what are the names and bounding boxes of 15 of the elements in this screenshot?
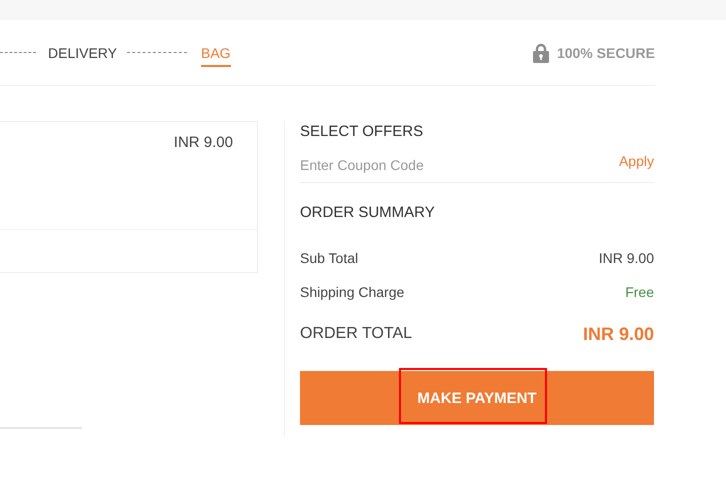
section-title: SELECT OFFERS <box>300 122 424 140</box>
checkout-step[interactable]: BAG <box>201 40 231 66</box>
summary-label: Sub Total <box>300 250 358 266</box>
summary-value: Free <box>625 284 654 300</box>
total-value: INR 9.00 <box>582 324 654 344</box>
summary-label: Shipping Charge <box>300 284 404 300</box>
secure-label: 100% SECURE <box>556 44 655 60</box>
lock-icon <box>532 42 549 62</box>
summary-value: INR 9.00 <box>598 250 654 266</box>
apply-link[interactable]: Apply <box>618 153 654 169</box>
total-label: ORDER TOTAL <box>300 325 412 343</box>
make-payment-button[interactable]: MAKE PAYMENT <box>300 371 654 425</box>
checkout-step[interactable]: DELIVERY <box>48 40 117 66</box>
section-title: ORDER SUMMARY <box>300 203 436 221</box>
item-price: INR 9.00 <box>174 134 233 153</box>
